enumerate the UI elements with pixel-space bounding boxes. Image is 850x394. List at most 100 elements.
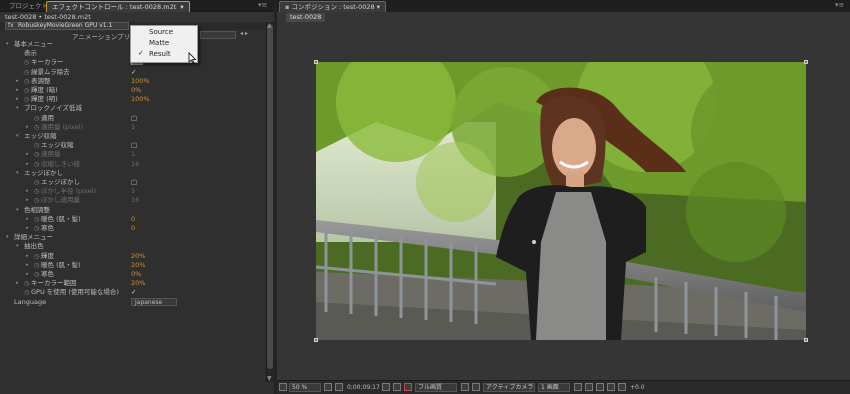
transparency-grid-icon[interactable] [472,383,480,391]
stopwatch-icon[interactable]: ◷ [34,215,39,224]
property-value[interactable]: 16 [131,196,139,205]
mask-visibility-icon[interactable] [335,383,343,391]
composition-viewer-image[interactable] [316,62,806,340]
expanded-triangle-icon[interactable]: ▾ [16,104,19,113]
property-row[interactable]: ▾ エッジぼかし [0,169,266,178]
collapsed-triangle-icon[interactable]: ▸ [16,95,19,104]
collapsed-triangle-icon[interactable]: ▸ [16,279,19,288]
exposure-reset-icon[interactable] [618,383,626,391]
property-value[interactable]: 0% [131,270,141,279]
property-value[interactable]: 1 [131,150,135,159]
grid-toggle-icon[interactable] [324,383,332,391]
timeline-icon[interactable] [596,383,604,391]
stopwatch-icon[interactable]: ◷ [34,114,39,123]
property-row[interactable]: ◷ エッジぼかし □ [0,178,266,187]
property-row[interactable]: ▸ ◷ キーカラー範囲 20% [0,279,266,288]
property-row[interactable]: ▾ 詳細メニュー [0,233,266,242]
menu-item-result[interactable]: Result [149,49,171,59]
property-value[interactable]: □ [131,178,137,187]
show-snapshot-icon[interactable] [393,383,401,391]
animation-preset-dropdown[interactable] [200,31,236,39]
property-row[interactable]: ▸ ◷ ぼかし適用量 16 [0,196,266,205]
property-row[interactable]: ▾ 色相調整 [0,206,266,215]
property-value[interactable]: ✓ [131,288,136,297]
tab-composition[interactable]: ▪ コンポジション : test-0028 ▾ [279,1,387,12]
stopwatch-icon[interactable]: ◷ [24,86,29,95]
stopwatch-icon[interactable]: ◷ [34,196,39,205]
property-row[interactable]: ◷ GPU を使用 (使用可能な場合) ✓ [0,288,266,297]
property-value[interactable]: 0% [131,86,141,95]
stopwatch-icon[interactable]: ◷ [24,58,29,67]
collapsed-triangle-icon[interactable]: ▸ [26,123,29,132]
property-row[interactable]: ▸ ◷ 暖色 (肌・髪) 0 [0,215,266,224]
collapsed-triangle-icon[interactable]: ▸ [26,196,29,205]
property-row[interactable]: ▸ ◷ 輝度 20% [0,252,266,261]
property-row[interactable]: ▸ ◷ 輝度 (明) 100% [0,95,266,104]
channel-color-icon[interactable] [404,383,412,391]
tab-close-icon[interactable]: ▾ [180,3,183,11]
property-row[interactable]: ▸ ◷ 輝度 (暗) 0% [0,86,266,95]
stopwatch-icon[interactable]: ◷ [34,150,39,159]
property-value[interactable]: 20% [131,252,145,261]
property-row[interactable]: ◷ エッジ収縮 □ [0,141,266,150]
composition-subtab[interactable]: test-0028 [286,13,326,22]
resolution-dropdown[interactable]: フル画質 [415,383,457,392]
property-value[interactable]: 1 [131,187,135,196]
lock-icon[interactable]: ▪ [285,3,289,11]
left-scroll-thumb[interactable] [267,24,273,369]
tab-composition-menu-icon[interactable]: ▾ [377,3,380,11]
expanded-triangle-icon[interactable]: ▾ [16,206,19,215]
stopwatch-icon[interactable]: ◷ [34,160,39,169]
preset-nav-arrows-icon[interactable]: ◂ ▸ [240,30,248,37]
collapsed-triangle-icon[interactable]: ▸ [26,252,29,261]
property-row[interactable]: ▾ エッジ収縮 [0,132,266,141]
fx-toggle-icon[interactable]: fx [8,23,14,29]
collapsed-triangle-icon[interactable]: ▸ [26,150,29,159]
tab-effect-controls[interactable]: エフェクトコントロール : test-0028.m2t ▾ [46,1,190,12]
stopwatch-icon[interactable]: ◷ [24,279,29,288]
stopwatch-icon[interactable]: ◷ [34,270,39,279]
stopwatch-icon[interactable]: ◷ [34,224,39,233]
flowchart-icon[interactable] [607,383,615,391]
timecode-display[interactable]: 0;00;09;17 [347,383,380,392]
property-row[interactable]: ◷ 緑景ムラ除去 ✓ [0,68,266,77]
property-value[interactable]: 20% [131,279,145,288]
stopwatch-icon[interactable]: ◷ [34,187,39,196]
property-value[interactable]: 0 [131,224,135,233]
pixel-aspect-icon[interactable] [574,383,582,391]
stopwatch-icon[interactable]: ◷ [24,77,29,86]
collapsed-triangle-icon[interactable]: ▸ [26,224,29,233]
collapsed-triangle-icon[interactable]: ▸ [16,86,19,95]
property-value[interactable]: 16 [131,160,139,169]
property-row[interactable]: ▸ ◷ 適用量 (pixel) 1 [0,123,266,132]
property-value[interactable]: □ [131,141,137,150]
stopwatch-icon[interactable]: ◷ [24,288,29,297]
right-panel-menu-icon[interactable]: ▾≡ [835,1,844,9]
property-row[interactable]: ▸ ◷ 表調整 100% [0,77,266,86]
property-value[interactable]: 100% [131,95,150,104]
always-preview-icon[interactable] [279,383,287,391]
expanded-triangle-icon[interactable]: ▾ [16,242,19,251]
stopwatch-icon[interactable]: ◷ [34,141,39,150]
collapsed-triangle-icon[interactable]: ▸ [16,77,19,86]
scroll-down-icon[interactable]: ▼ [267,375,272,382]
menu-item-matte[interactable]: Matte [149,38,169,48]
stopwatch-icon[interactable]: ◷ [24,68,29,77]
snapshot-camera-icon[interactable] [382,383,390,391]
property-value[interactable]: 20% [131,261,145,270]
effect-name-field[interactable]: fx RobuskeyMovieGreen GPU v1.1 [5,22,129,30]
property-row[interactable]: ▸ ◷ 寒色 0 [0,224,266,233]
property-row[interactable]: ▸ ◷ 暖色 (肌・髪) 20% [0,261,266,270]
stopwatch-icon[interactable]: ◷ [24,95,29,104]
stopwatch-icon[interactable]: ◷ [34,252,39,261]
expanded-triangle-icon[interactable]: ▾ [16,132,19,141]
property-value[interactable]: 100% [131,77,150,86]
property-row[interactable]: ▾ ブロックノイズ低減 [0,104,266,113]
menu-item-source[interactable]: Source [149,27,173,37]
panel-menu-icon[interactable]: ▾≡ [258,1,267,9]
view-layout-dropdown[interactable]: 1 画面 [538,383,570,392]
property-row[interactable]: ▸ ◷ 適用量 1 [0,150,266,159]
property-row[interactable]: ▾ 抽出色 [0,242,266,251]
scroll-up-icon[interactable]: ▲ [267,22,272,29]
expanded-triangle-icon[interactable]: ▾ [16,169,19,178]
